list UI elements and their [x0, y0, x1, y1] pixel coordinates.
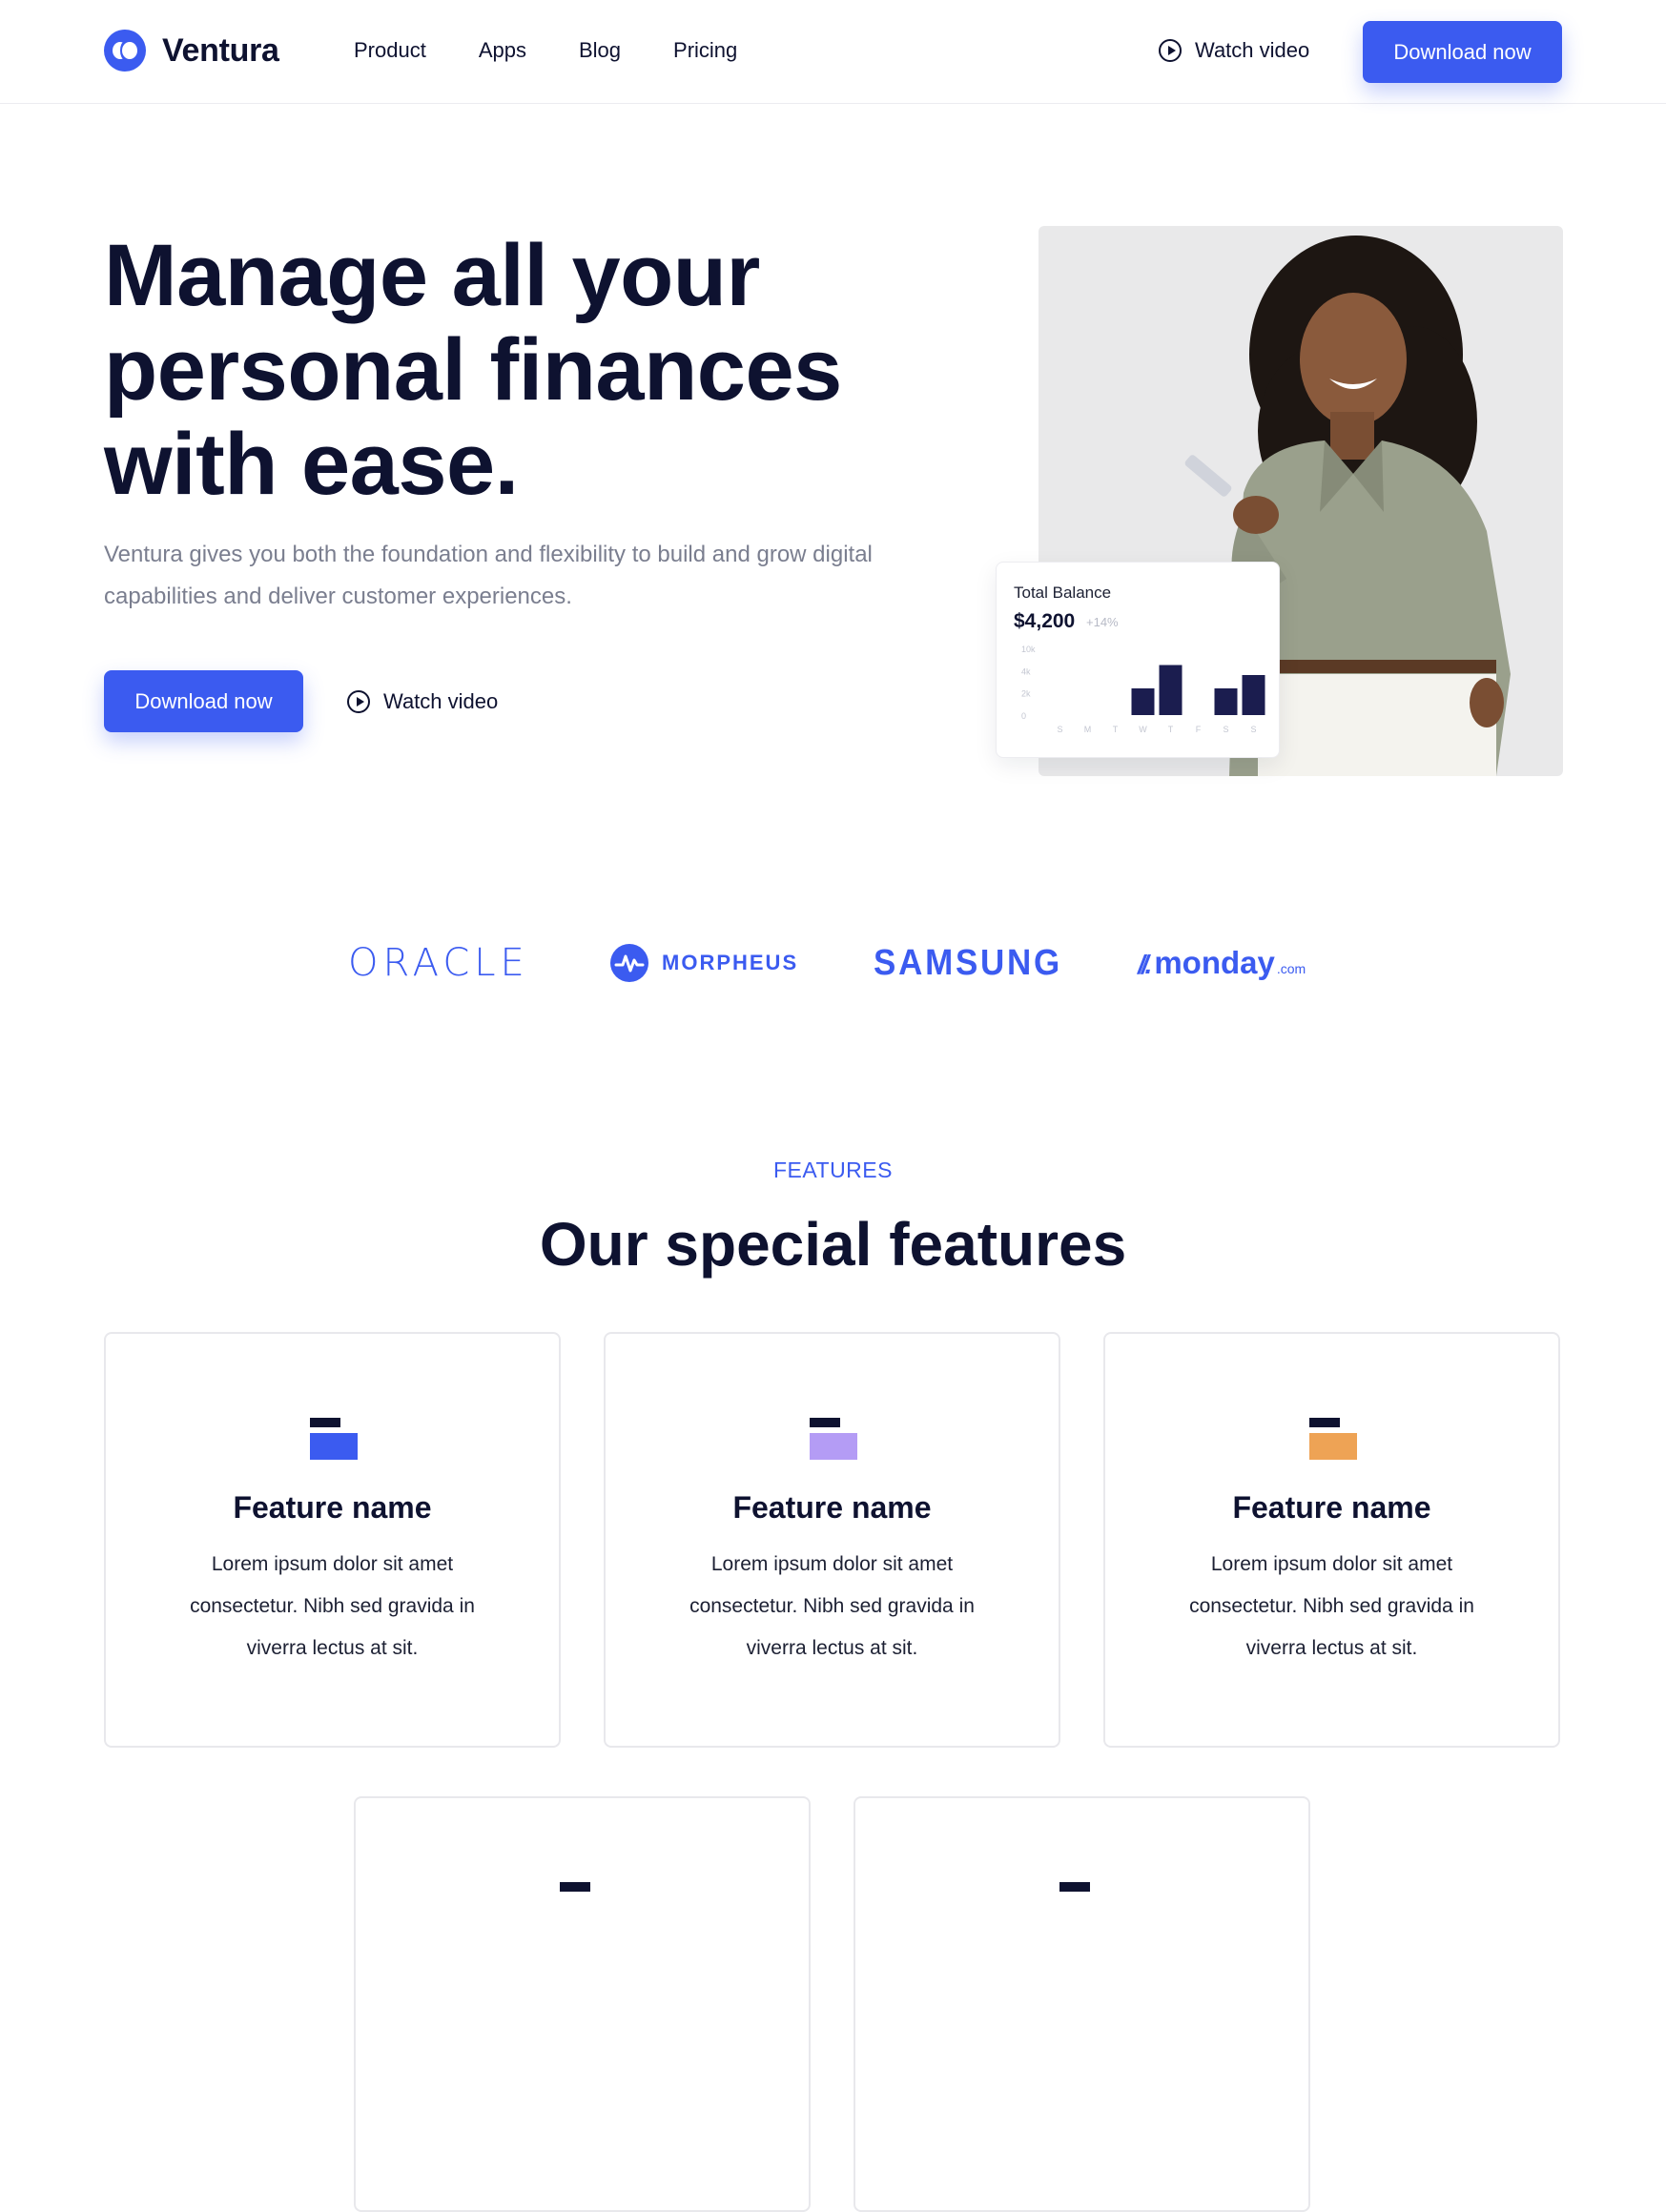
monday-mark-icon: //.	[1138, 950, 1152, 979]
feature-folder-icon	[310, 1418, 358, 1460]
nav-apps[interactable]: Apps	[479, 38, 526, 63]
morpheus-wordmark: MORPHEUS	[662, 951, 799, 974]
monday-wordmark: monday	[1154, 945, 1275, 980]
chart-bar	[1214, 688, 1238, 715]
nav-product[interactable]: Product	[354, 38, 426, 63]
feature-description: Lorem ipsum dolor sit amet consectetur. …	[190, 1553, 475, 1659]
morpheus-logo: MORPHEUS	[610, 944, 798, 982]
main-nav: Product Apps Blog Pricing	[354, 38, 790, 63]
x-tick-label: S	[1223, 725, 1228, 734]
header-watch-video-link[interactable]: Watch video	[1159, 38, 1309, 63]
feature-folder-icon	[1059, 1882, 1107, 1924]
header-download-button[interactable]: Download now	[1363, 21, 1562, 83]
total-balance-card: Total Balance $4,200 +14% 10k 4k 2k 0 S M T W T F…	[996, 562, 1280, 758]
features-kicker: FEATURES	[773, 1157, 893, 1182]
play-circle-icon	[1159, 39, 1182, 62]
oracle-logo: ORACLE	[348, 941, 529, 985]
morpheus-pulse-icon	[610, 944, 648, 982]
hero-subtitle: Ventura gives you both the foundation an…	[104, 542, 873, 609]
hero-title-line: Manage all your	[104, 227, 760, 324]
feature-name: Feature name	[233, 1490, 432, 1525]
x-tick-label: T	[1113, 725, 1119, 734]
y-tick-label: 2k	[1021, 689, 1031, 699]
chart-bar	[1242, 675, 1265, 715]
brand-logo-icon	[104, 30, 146, 72]
hero-title-line: with ease.	[104, 416, 519, 513]
feature-card	[854, 1796, 1310, 2212]
chart-bar	[1131, 688, 1155, 715]
nav-pricing[interactable]: Pricing	[673, 38, 737, 63]
x-tick-label: W	[1139, 725, 1147, 734]
feature-name: Feature name	[1232, 1490, 1431, 1525]
feature-card: Feature name Lorem ipsum dolor sit amet …	[104, 1332, 561, 1748]
y-tick-label: 0	[1021, 711, 1026, 721]
hero-title-line: personal finances	[104, 321, 842, 419]
brand-logo[interactable]: Ventura	[104, 30, 279, 72]
site-header: Ventura Product Apps Blog Pricing Watch …	[0, 0, 1666, 104]
chart-bar	[1159, 665, 1183, 715]
feature-description: Lorem ipsum dolor sit amet consectetur. …	[689, 1553, 975, 1659]
hero-title: Manage all your personal finances with e…	[104, 229, 962, 512]
balance-change: +14%	[1086, 615, 1119, 629]
x-tick-label: F	[1196, 725, 1202, 734]
feature-card	[354, 1796, 811, 2212]
play-circle-icon	[347, 690, 370, 713]
features-title: Our special features	[539, 1210, 1127, 1279]
x-tick-label: S	[1057, 725, 1062, 734]
feature-name: Feature name	[732, 1490, 932, 1525]
hero-watch-video-link[interactable]: Watch video	[347, 689, 498, 714]
x-tick-label: S	[1250, 725, 1256, 734]
samsung-logo: SAMSUNG	[874, 943, 1063, 983]
feature-folder-icon	[810, 1418, 857, 1460]
feature-folder-icon	[560, 1882, 607, 1924]
balance-label: Total Balance	[1014, 584, 1112, 602]
feature-card: Feature name Lorem ipsum dolor sit amet …	[1103, 1332, 1560, 1748]
feature-folder-icon	[1309, 1418, 1357, 1460]
balance-value: $4,200	[1014, 610, 1076, 632]
monday-suffix: .com	[1276, 961, 1306, 976]
balance-bar-chart: 10k 4k 2k 0 S M T W T F S S	[1021, 645, 1265, 734]
brand-name: Ventura	[162, 31, 279, 69]
partner-logos: ORACLE MORPHEUS SAMSUNG //. monday .com	[0, 939, 1666, 987]
header-watch-label: Watch video	[1195, 38, 1310, 62]
x-tick-label: M	[1084, 725, 1092, 734]
hero-watch-label: Watch video	[383, 689, 499, 713]
monday-logo: //. monday .com	[1138, 945, 1306, 981]
y-tick-label: 4k	[1021, 666, 1031, 676]
feature-description: Lorem ipsum dolor sit amet consectetur. …	[1189, 1553, 1474, 1659]
nav-blog[interactable]: Blog	[579, 38, 621, 63]
hero-download-button[interactable]: Download now	[104, 670, 303, 732]
feature-card: Feature name Lorem ipsum dolor sit amet …	[604, 1332, 1060, 1748]
x-tick-label: T	[1168, 725, 1174, 734]
y-tick-label: 10k	[1021, 645, 1036, 654]
